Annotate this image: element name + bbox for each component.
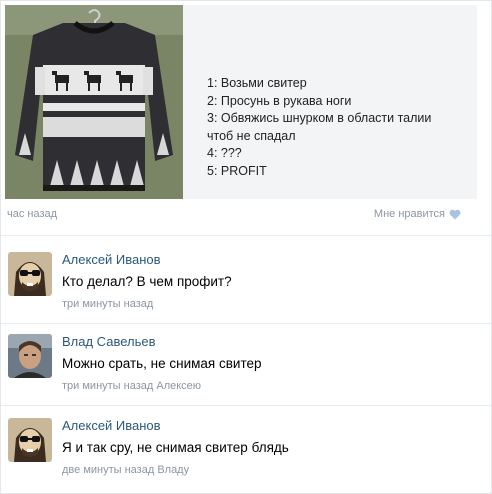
avatar[interactable]	[8, 252, 52, 296]
avatar[interactable]	[8, 334, 52, 378]
comment-author[interactable]: Алексей Иванов	[62, 418, 161, 433]
caption-line: 2: Просунь в рукава ноги	[207, 93, 352, 108]
comment-meta: три минуты назад Алексею	[62, 380, 201, 392]
like-label: Мне нравится	[373, 208, 445, 220]
reply-to-link[interactable]: Владу	[157, 464, 189, 476]
avatar-cartoon-icon	[8, 252, 52, 296]
comment-meta: три минуты назад	[62, 298, 153, 310]
caption-line: 3: Обвяжись шнурком в области талии	[207, 111, 432, 125]
caption-line: 1: Возьми свитер	[207, 76, 307, 90]
post-attachment: 1: Возьми свитер 2: Просунь в рукава ног…	[5, 5, 477, 199]
sweater-photo[interactable]	[5, 5, 183, 199]
avatar-cartoon-icon	[8, 418, 52, 462]
caption-line: чтоб не спадал	[207, 128, 296, 143]
caption-line: 4: ???	[207, 146, 242, 160]
comment-meta: две минуты назад Владу	[62, 464, 189, 476]
post-timestamp[interactable]: час назад	[7, 208, 57, 220]
comment: Алексей Иванов Кто делал? В чем профит? …	[1, 239, 491, 317]
like-button[interactable]: Мне нравится	[374, 208, 461, 220]
post-frame: 1: Возьми свитер 2: Просунь в рукава ног…	[0, 0, 492, 494]
divider	[1, 235, 491, 236]
comment: Влад Савельев Можно срать, не снимая сви…	[1, 321, 491, 399]
avatar[interactable]	[8, 418, 52, 462]
comment-time[interactable]: три минуты назад	[62, 298, 153, 310]
comment-author[interactable]: Алексей Иванов	[62, 252, 161, 267]
comment-author[interactable]: Влад Савельев	[62, 334, 156, 349]
comment-time[interactable]: три минуты назад	[62, 380, 153, 392]
post-caption: 1: Возьми свитер 2: Просунь в рукава ног…	[207, 75, 477, 180]
reply-to-link[interactable]: Алексею	[156, 380, 201, 392]
caption-line: 5: PROFIT	[207, 163, 267, 178]
comment: Алексей Иванов Я и так сру, не снимая св…	[1, 405, 491, 483]
comment-text: Можно срать, не снимая свитер	[62, 356, 262, 371]
heart-icon	[449, 209, 461, 219]
comment-text: Кто делал? В чем профит?	[62, 274, 232, 289]
comment-text: Я и так сру, не снимая свитер блядь	[62, 440, 289, 455]
avatar-photo-icon	[8, 334, 52, 378]
comment-time[interactable]: две минуты назад	[62, 464, 154, 476]
